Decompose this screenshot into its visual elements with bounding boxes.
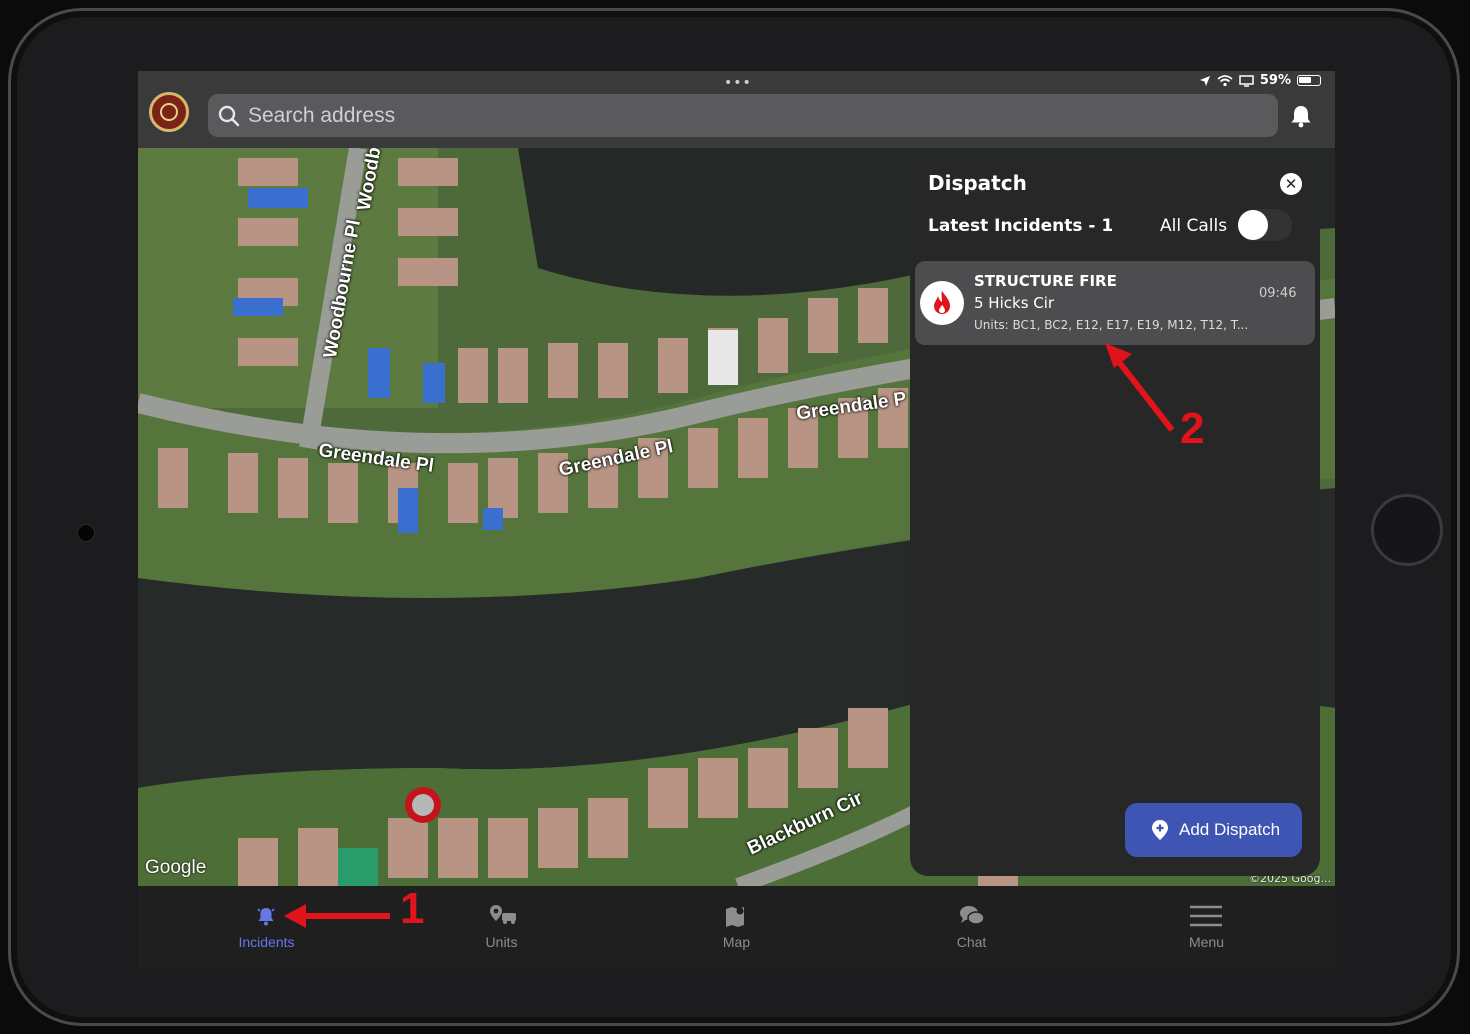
all-calls-toggle[interactable] [1238,209,1292,241]
incident-card[interactable]: STRUCTURE FIRE 5 Hicks Cir Units: BC1, B… [915,261,1315,345]
search-bar[interactable] [208,94,1278,137]
menu-icon [1190,905,1222,927]
app-screen: ••• 59% Search address Woodbourne Pl Woo… [138,71,1335,969]
satellite-map[interactable]: Woodbourne Pl Woodb Greendale Pl Greenda… [138,148,1335,886]
screen-mirror-icon [1239,74,1254,87]
close-icon[interactable]: ✕ [1280,173,1302,195]
battery-icon [1297,75,1321,86]
tab-chat[interactable]: Chat [854,886,1089,969]
latest-incidents-label: Latest Incidents - 1 [928,216,1114,236]
incident-address: 5 Hicks Cir [974,294,1055,312]
location-icon [1199,75,1210,86]
search-input[interactable] [246,102,1150,129]
top-bar: ••• 59% [138,71,1335,148]
fire-icon [920,281,964,325]
map-icon [726,907,744,927]
panel-title: Dispatch [928,171,1027,195]
front-camera [77,524,95,542]
add-dispatch-label: Add Dispatch [1179,820,1281,839]
add-dispatch-button[interactable]: Add Dispatch [1125,803,1302,857]
home-button[interactable] [1371,494,1443,566]
google-logo: Google [145,857,207,878]
tab-label: Map [722,934,751,950]
toggle-knob [1238,210,1268,240]
tab-menu[interactable]: Menu [1089,886,1324,969]
tab-label: Chat [956,934,987,950]
chat-icon [960,906,985,925]
all-calls-label: All Calls [1160,216,1228,236]
agency-logo[interactable] [149,92,189,132]
annotation-number-1: 1 [400,884,425,933]
dispatch-panel: Dispatch ✕ Latest Incidents - 1 All Call… [910,161,1320,876]
notifications-bell-icon[interactable] [1288,103,1314,129]
battery-percent: 59% [1259,73,1291,88]
search-icon [218,105,240,126]
tab-map[interactable]: Map [619,886,854,969]
status-bar: 59% [1199,73,1321,88]
tab-label: Incidents [238,934,295,950]
multitask-dots[interactable]: ••• [724,75,752,91]
units-icon [490,905,516,924]
tab-label: Menu [1188,934,1225,950]
tab-bar: Incidents Units Map Chat Menu [138,886,1335,969]
incident-units: Units: BC1, BC2, E12, E17, E19, M12, T12… [974,318,1249,332]
wifi-icon [1217,74,1233,86]
add-pin-icon [1152,820,1168,840]
annotation-number-2: 2 [1180,404,1205,453]
incident-time: 09:46 [1259,286,1297,301]
tab-label: Units [485,934,518,950]
incident-type: STRUCTURE FIRE [974,272,1117,290]
tab-incidents[interactable]: Incidents [149,886,384,969]
bell-icon [257,908,275,926]
